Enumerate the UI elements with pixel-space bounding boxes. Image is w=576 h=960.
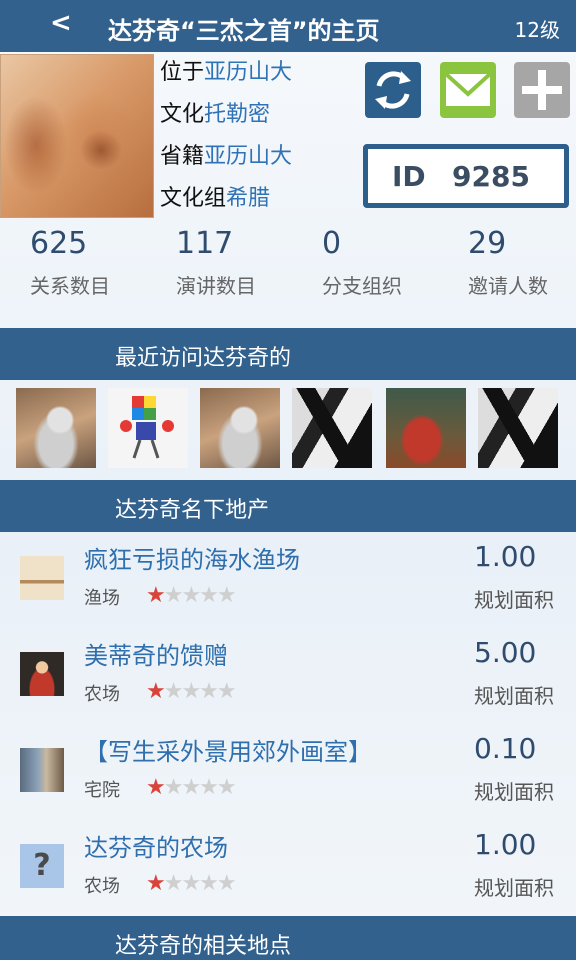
star-empty-icon: ★★★★ xyxy=(163,775,237,800)
estate-type: 农场 xyxy=(84,876,120,897)
info-value-link[interactable]: 希腊 xyxy=(226,186,270,211)
estate-thumbnail xyxy=(20,556,64,600)
section-estates: 达芬奇名下地产 xyxy=(0,480,576,532)
stat-branches[interactable]: 0 分支组织 xyxy=(322,226,452,299)
star-empty-icon: ★★★★ xyxy=(163,871,237,896)
info-row-province: 省籍亚历山大 xyxy=(160,142,292,184)
info-row-culture: 文化托勒密 xyxy=(160,100,292,142)
page-title: 达芬奇“三杰之首”的主页 xyxy=(108,17,380,45)
id-label: ID xyxy=(392,160,426,193)
visitor-avatar[interactable] xyxy=(386,388,466,468)
estate-area-label: 规划面积 xyxy=(474,876,554,900)
level-badge: 12级 xyxy=(514,18,560,42)
visitor-avatar[interactable] xyxy=(16,388,96,468)
add-friend-button[interactable] xyxy=(514,62,570,118)
estate-area-value: 1.00 xyxy=(474,828,537,861)
star-empty-icon: ★★★★ xyxy=(163,583,237,608)
estate-item[interactable]: 美蒂奇的馈赠 农场 ★★★★★ 5.00 规划面积 xyxy=(0,628,576,724)
stat-value: 117 xyxy=(176,226,234,261)
estate-thumbnail xyxy=(20,748,64,792)
estate-item[interactable]: ? 达芬奇的农场 农场 ★★★★★ 1.00 规划面积 xyxy=(0,820,576,916)
info-key: 省籍 xyxy=(160,144,205,169)
stat-relations[interactable]: 625 关系数目 xyxy=(30,226,160,299)
info-key: 文化组 xyxy=(160,186,227,211)
profile-card: 位于亚历山大 文化托勒密 省籍亚历山大 文化组希腊 ID 9285 xyxy=(0,52,576,224)
stat-label: 关系数目 xyxy=(30,274,110,298)
stat-invites[interactable]: 29 邀请人数 xyxy=(468,226,576,299)
stats-bar: 625 关系数目 117 演讲数目 0 分支组织 29 邀请人数 xyxy=(0,226,576,316)
visitor-avatar[interactable] xyxy=(292,388,372,468)
star-filled-icon: ★ xyxy=(146,775,166,800)
section-title: 最近访问达芬奇的 xyxy=(115,346,292,371)
rating-stars: ★★★★★ xyxy=(146,871,237,896)
id-value: 9285 xyxy=(452,160,530,193)
info-value-link[interactable]: 托勒密 xyxy=(204,102,270,127)
estate-thumbnail xyxy=(20,652,64,696)
estate-item[interactable]: 疯狂亏损的海水渔场 渔场 ★★★★★ 1.00 规划面积 xyxy=(0,532,576,628)
back-button[interactable]: < xyxy=(50,8,72,38)
estate-area-value: 1.00 xyxy=(474,540,537,573)
refresh-icon xyxy=(375,71,411,109)
estate-type: 宅院 xyxy=(84,780,120,801)
star-filled-icon: ★ xyxy=(146,583,166,608)
stat-label: 分支组织 xyxy=(322,274,402,298)
star-filled-icon: ★ xyxy=(146,679,166,704)
info-row-culture-group: 文化组希腊 xyxy=(160,184,292,226)
refresh-button[interactable] xyxy=(365,62,421,118)
estate-name[interactable]: 达芬奇的农场 xyxy=(84,828,228,863)
stat-value: 29 xyxy=(468,226,507,261)
visitor-avatar[interactable] xyxy=(200,388,280,468)
message-button[interactable] xyxy=(440,62,496,118)
estate-area-label: 规划面积 xyxy=(474,684,554,708)
info-row-location: 位于亚历山大 xyxy=(160,58,292,100)
rating-stars: ★★★★★ xyxy=(146,679,237,704)
info-value-link[interactable]: 亚历山大 xyxy=(204,144,292,169)
stat-value: 625 xyxy=(30,226,88,261)
question-mark-icon: ? xyxy=(20,844,64,888)
estate-type: 渔场 xyxy=(84,588,120,609)
visitor-avatar[interactable] xyxy=(478,388,558,468)
estate-area-label: 规划面积 xyxy=(474,780,554,804)
estate-name[interactable]: 【写生采外景用郊外画室】 xyxy=(84,732,372,767)
profile-info: 位于亚历山大 文化托勒密 省籍亚历山大 文化组希腊 xyxy=(160,58,292,226)
section-recent-visitors: 最近访问达芬奇的 xyxy=(0,328,576,380)
section-title: 达芬奇的相关地点 xyxy=(115,934,292,959)
estate-area-label: 规划面积 xyxy=(474,588,554,612)
info-value-link[interactable]: 亚历山大 xyxy=(204,60,292,85)
star-filled-icon: ★ xyxy=(146,871,166,896)
info-key: 位于 xyxy=(160,60,205,85)
robot-avatar-icon xyxy=(120,396,174,459)
top-bar: < 达芬奇“三杰之首”的主页 12级 xyxy=(0,0,576,52)
rating-stars: ★★★★★ xyxy=(146,775,237,800)
rating-stars: ★★★★★ xyxy=(146,583,237,608)
visitor-avatar[interactable] xyxy=(108,388,188,468)
estate-type: 农场 xyxy=(84,684,120,705)
visitor-list xyxy=(0,382,576,478)
user-id-box: ID 9285 xyxy=(363,144,569,208)
estate-name[interactable]: 疯狂亏损的海水渔场 xyxy=(84,540,300,575)
section-places: 达芬奇的相关地点 xyxy=(0,916,576,960)
stat-label: 演讲数目 xyxy=(176,274,256,298)
estate-name[interactable]: 美蒂奇的馈赠 xyxy=(84,636,228,671)
section-title: 达芬奇名下地产 xyxy=(115,498,270,523)
estate-area-value: 5.00 xyxy=(474,636,537,669)
info-key: 文化 xyxy=(160,102,205,127)
mail-icon xyxy=(444,72,492,106)
avatar[interactable] xyxy=(0,54,154,218)
stat-value: 0 xyxy=(322,226,342,261)
estate-item[interactable]: 【写生采外景用郊外画室】 宅院 ★★★★★ 0.10 规划面积 xyxy=(0,724,576,820)
plus-icon xyxy=(522,70,562,110)
stat-label: 邀请人数 xyxy=(468,274,548,298)
stat-speeches[interactable]: 117 演讲数目 xyxy=(176,226,306,299)
estate-area-value: 0.10 xyxy=(474,732,537,765)
star-empty-icon: ★★★★ xyxy=(163,679,237,704)
